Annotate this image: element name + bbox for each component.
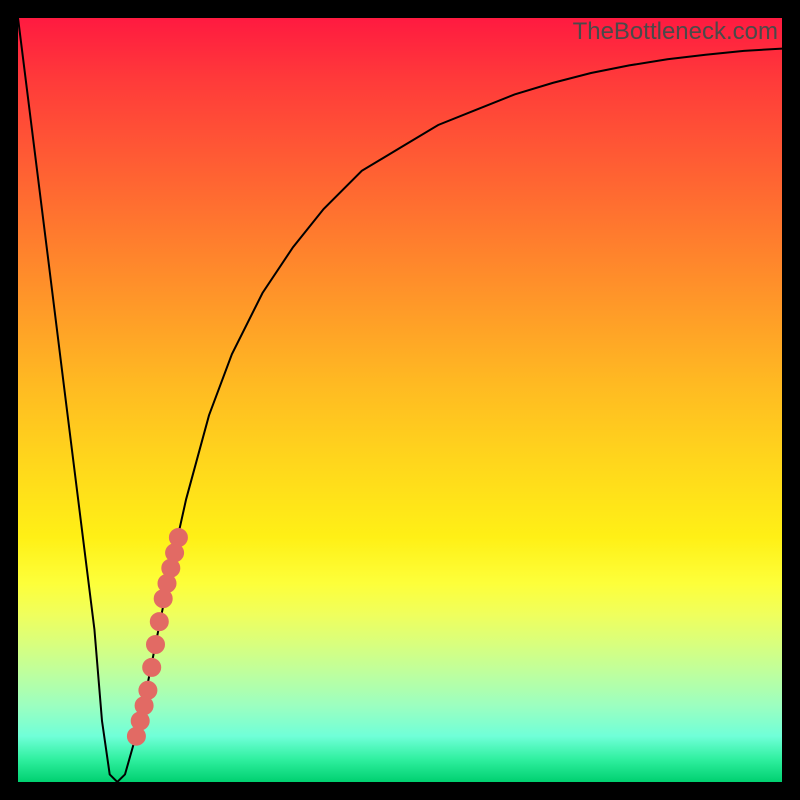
- data-point: [139, 681, 157, 699]
- bottleneck-curve: [18, 18, 782, 782]
- data-point: [143, 658, 161, 676]
- chart-svg: [18, 18, 782, 782]
- chart-frame: TheBottleneck.com: [0, 0, 800, 800]
- plot-area: TheBottleneck.com: [18, 18, 782, 782]
- data-point: [150, 613, 168, 631]
- data-point: [147, 636, 165, 654]
- data-point: [169, 529, 187, 547]
- highlighted-points: [127, 529, 187, 746]
